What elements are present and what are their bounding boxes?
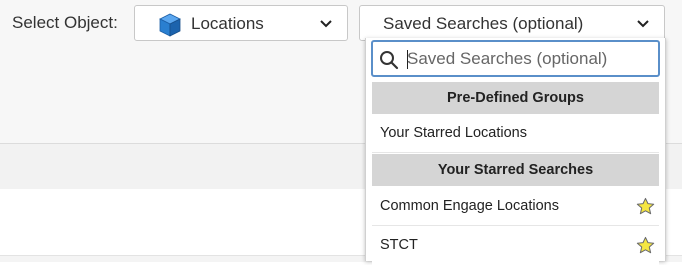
saved-searches-dropdown: Pre-Defined Groups Your Starred Location… [365,38,666,265]
chevron-down-icon [637,20,649,28]
option-label: Your Starred Locations [380,125,527,141]
option-your-starred-locations[interactable]: Your Starred Locations [372,115,659,153]
star-icon[interactable] [636,236,655,255]
search-icon [380,51,399,70]
option-stct[interactable]: STCT [372,227,659,265]
group-header-predefined: Pre-Defined Groups [372,82,659,114]
saved-searches-value: Saved Searches (optional) [383,14,584,33]
dropdown-search-box[interactable] [371,40,660,77]
object-select-value: Locations [191,14,264,33]
cube-icon [159,13,181,37]
saved-searches-select[interactable]: Saved Searches (optional) [359,5,665,41]
group-header-starred-searches: Your Starred Searches [372,154,659,186]
select-object-label: Select Object: [12,13,118,32]
star-icon[interactable] [636,197,655,216]
chevron-down-icon [320,20,332,28]
option-common-engage-locations[interactable]: Common Engage Locations [372,188,659,226]
option-label: Common Engage Locations [380,198,559,214]
option-label: STCT [380,237,418,253]
object-type-select[interactable]: Locations [134,5,348,41]
dropdown-search-input[interactable] [407,46,647,72]
